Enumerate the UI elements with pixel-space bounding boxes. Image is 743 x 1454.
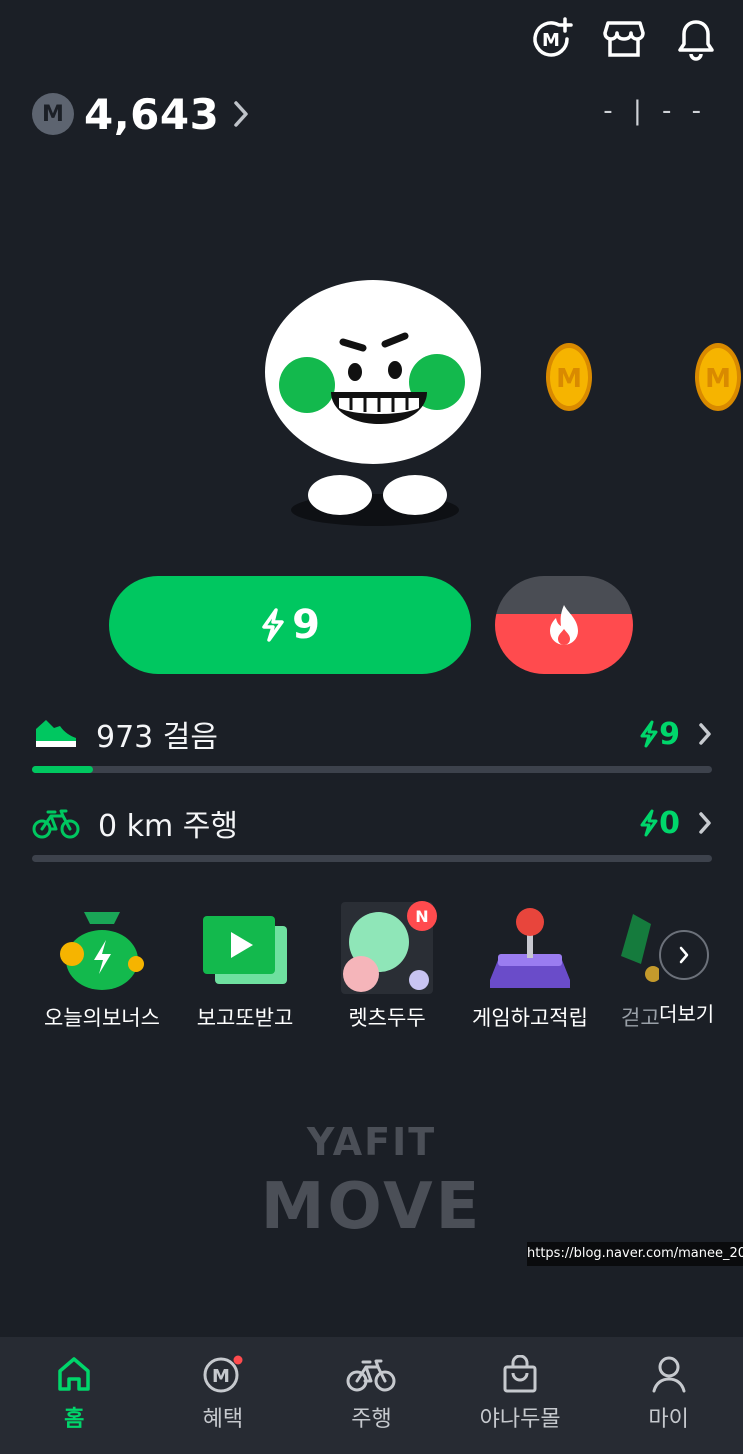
chevron-right-icon <box>699 723 711 745</box>
nav-home[interactable]: 홈 <box>0 1337 149 1454</box>
quick-menu-game-earn[interactable]: 게임하고적립 <box>460 898 600 1032</box>
quick-menu-label: 오늘의보너스 <box>44 1006 160 1030</box>
quick-menu-daily-bonus[interactable]: 오늘의보너스 <box>32 898 172 1032</box>
store-icon[interactable] <box>599 14 649 64</box>
mascot-character[interactable] <box>265 280 485 530</box>
bicycle-icon <box>346 1359 396 1392</box>
video-play-icon <box>175 898 315 998</box>
nav-shop[interactable]: 야나두몰 <box>446 1337 595 1454</box>
energy-value: 9 <box>292 602 320 648</box>
ride-reward: 0 <box>639 806 712 841</box>
steps-row[interactable]: 973 걸음 9 <box>32 704 712 764</box>
quick-menu-lets-dodo[interactable]: N 렛츠두두 <box>317 898 457 1032</box>
balance-row[interactable]: M 4,643 <box>32 88 249 140</box>
chevron-right-icon <box>234 101 249 127</box>
bicycle-icon <box>32 809 80 839</box>
svg-text:M: M <box>556 364 582 394</box>
nav-label: 주행 <box>351 1407 392 1432</box>
lightning-icon <box>640 809 658 837</box>
more-label: 더보기 <box>659 1002 715 1026</box>
more-button[interactable] <box>659 930 709 980</box>
money-bag-icon <box>32 898 172 998</box>
nav-label: 마이 <box>648 1407 689 1432</box>
home-icon <box>58 1357 91 1391</box>
bottle-icon <box>603 898 659 998</box>
new-badge: N <box>415 907 428 926</box>
steps-label: 973 걸음 <box>96 720 218 755</box>
nav-label: 야나두몰 <box>479 1407 561 1432</box>
brand-logo-line2: MOVE <box>260 1170 483 1244</box>
nav-benefits[interactable]: M 혜택 <box>149 1337 298 1454</box>
nav-label: 혜택 <box>202 1407 244 1432</box>
steps-progress-fill <box>32 766 94 773</box>
quick-menu-label: 게임하고적립 <box>472 1006 588 1030</box>
ride-row[interactable]: 0 km 주행 0 <box>32 793 712 853</box>
energy-collect-button[interactable]: 9 <box>109 576 471 674</box>
ride-progress-bar <box>32 855 712 862</box>
brand-logo-line1: YAFIT <box>306 1120 437 1164</box>
bell-icon[interactable] <box>671 14 721 64</box>
ride-reward-value: 0 <box>659 805 680 841</box>
lightning-icon <box>640 720 658 748</box>
coin-balance: 4,643 <box>84 89 220 139</box>
bottom-navigation: 홈 M 혜택 주행 야나두몰 마이 <box>0 1337 743 1454</box>
bubbles-icon: N <box>317 898 457 998</box>
nav-label: 홈 <box>64 1407 85 1432</box>
quick-menu-label: 걷고 <box>621 1006 659 1030</box>
nav-ride[interactable]: 주행 <box>297 1337 446 1454</box>
sneaker-icon <box>36 720 76 747</box>
watermark-url: https://blog.naver.com/manee_20 <box>527 1242 743 1266</box>
person-icon <box>652 1356 686 1393</box>
svg-text:M: M <box>212 1366 230 1387</box>
lightning-icon <box>262 608 284 642</box>
fire-button[interactable] <box>495 576 633 674</box>
m-coin-icon: M <box>32 93 74 135</box>
svg-text:M: M <box>542 30 560 51</box>
ride-label: 0 km 주행 <box>98 809 238 844</box>
svg-text:M: M <box>705 364 731 394</box>
chevron-right-icon <box>699 812 711 834</box>
flame-icon <box>550 605 578 645</box>
joystick-icon <box>460 898 600 998</box>
steps-reward-value: 9 <box>659 716 680 752</box>
shopping-bag-icon <box>503 1355 537 1393</box>
quick-menu-label: 렛츠두두 <box>348 1006 426 1030</box>
quick-menu-label: 보고또받고 <box>196 1006 294 1030</box>
m-coin-icon: M <box>203 1355 243 1393</box>
coin-icon[interactable]: M <box>545 342 593 412</box>
coin-icon[interactable]: M <box>694 342 742 412</box>
steps-reward: 9 <box>639 717 712 752</box>
quick-menu-watch-and-earn[interactable]: 보고또받고 <box>175 898 315 1032</box>
quick-menu-walk[interactable]: 걷고 <box>603 898 659 1032</box>
m-coin-add-icon[interactable]: M <box>526 14 576 64</box>
chevron-right-icon <box>679 946 689 964</box>
steps-progress-bar <box>32 766 712 773</box>
nav-my[interactable]: 마이 <box>594 1337 743 1454</box>
status-indicator: - | - - <box>603 96 707 126</box>
